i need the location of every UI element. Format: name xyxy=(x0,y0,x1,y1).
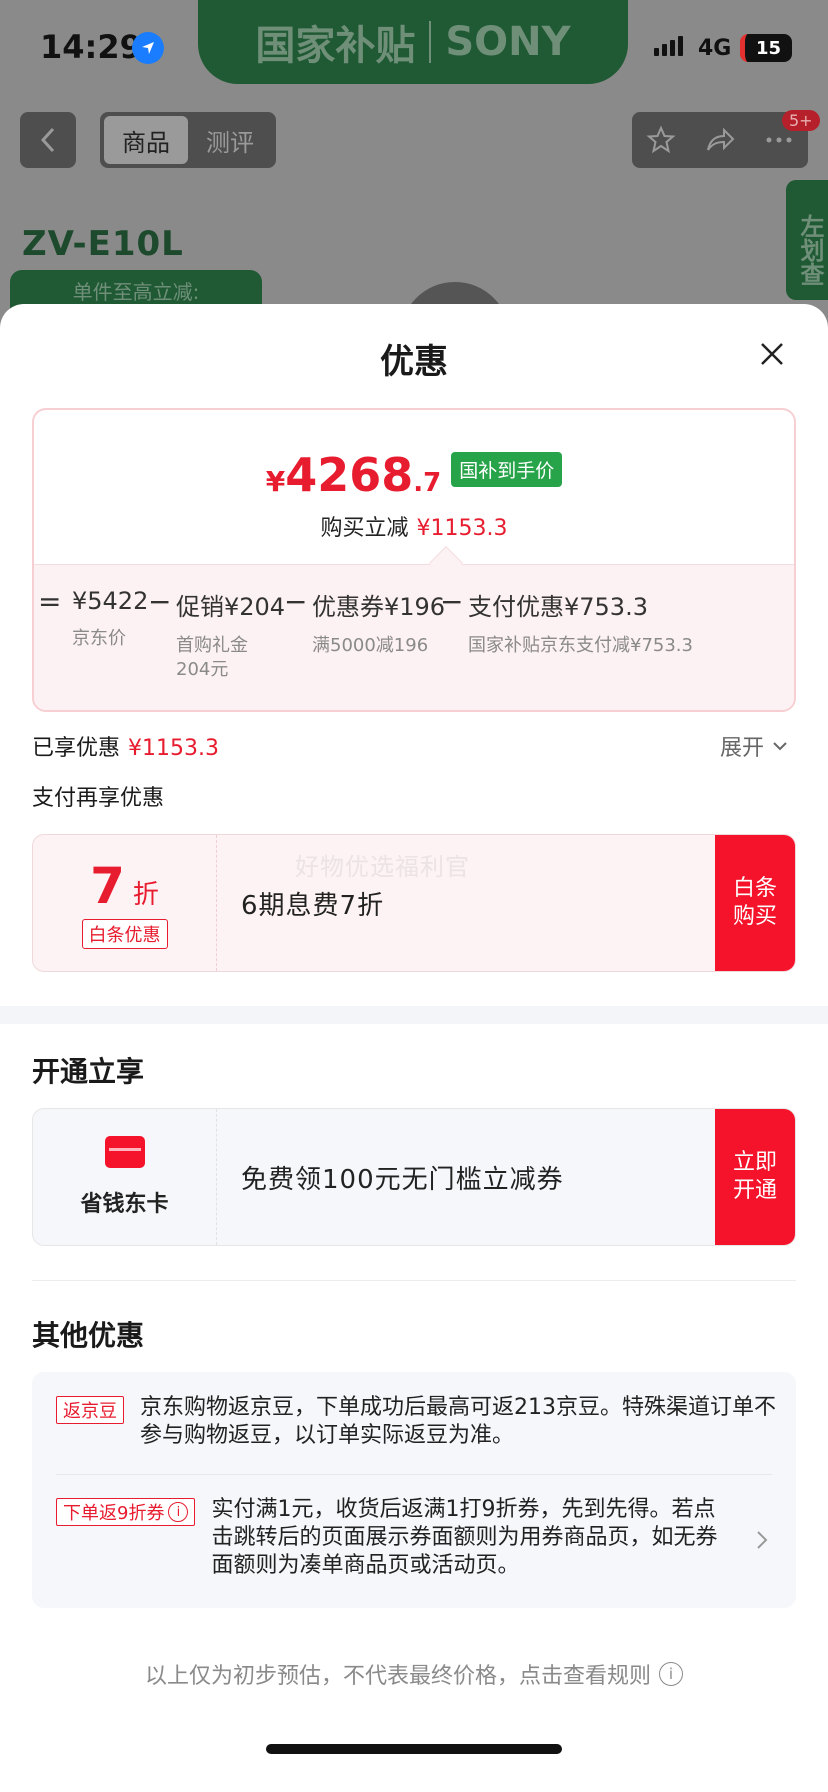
enjoyed-amount: ¥1153.3 xyxy=(128,736,219,761)
breakdown-label: 国家补贴京东支付减¥753.3 xyxy=(468,635,693,656)
chevron-down-icon xyxy=(773,742,787,751)
breakdown-payment: 支付优惠¥753.3 国家补贴京东支付减¥753.3 xyxy=(468,587,693,658)
minus-sign: − xyxy=(284,585,308,618)
watermark-text: 好物优选福利官 xyxy=(295,853,470,881)
reduce-label: 购买立减 xyxy=(320,516,409,541)
pay-more-label: 支付再享优惠 xyxy=(32,786,165,811)
price-integer: 4268 xyxy=(285,448,414,502)
open-now-button[interactable]: 立即开通 xyxy=(715,1109,795,1245)
rules-note[interactable]: 以上仅为初步预估，不代表最终价格，点击查看规则 i xyxy=(0,1658,828,1690)
final-price: ¥ 4268 .7 国补到手价 xyxy=(34,448,794,502)
rules-note-text: 以上仅为初步预估，不代表最终价格，点击查看规则 xyxy=(144,1664,651,1689)
breakdown-value: ¥5422 xyxy=(72,587,149,615)
breakdown-coupon: 优惠券¥196 满5000减196 xyxy=(312,587,445,658)
enjoyed-label: 已享优惠 xyxy=(32,736,121,761)
other-offers: 返京豆 京东购物返京豆，下单成功后最高可返213京豆。特殊渠道订单不参与购物返豆… xyxy=(32,1372,796,1608)
card-offer-left: 省钱东卡 xyxy=(33,1109,217,1245)
home-indicator xyxy=(266,1744,562,1754)
info-icon: i xyxy=(659,1662,683,1686)
discount-value: 7 折 xyxy=(90,857,159,915)
info-icon[interactable]: i xyxy=(168,1502,189,1522)
card-name: 省钱东卡 xyxy=(80,1192,169,1217)
coupon-return-tag: 下单返9折券 i xyxy=(56,1498,196,1526)
expand-label: 展开 xyxy=(720,736,765,761)
coupon-return-text: 实付满1元，收货后返满1打9折券，先到先得。若点击跳转后的页面展示券面额则为用券… xyxy=(211,1497,718,1578)
product-review-tabs: 商品 测评 xyxy=(100,112,276,168)
chevron-left-icon xyxy=(40,127,55,153)
card-desc-area: 免费领100元无门槛立减券 xyxy=(217,1109,715,1245)
price-breakdown: = ¥5422 京东价 − 促销¥204 首购礼金 204元 − 优惠券¥196… xyxy=(34,564,794,710)
close-icon xyxy=(761,343,783,365)
tab-product[interactable]: 商品 xyxy=(104,116,188,164)
open-section-title: 开通立享 xyxy=(32,1055,145,1088)
subsidy-price-tag: 国补到手价 xyxy=(451,451,563,487)
breakdown-value: 优惠券¥196 xyxy=(312,593,446,621)
network-type: 4G xyxy=(698,36,732,61)
final-price-section: ¥ 4268 .7 国补到手价 购买立减 ¥1153.3 xyxy=(34,410,794,564)
reduce-line: 购买立减 ¥1153.3 xyxy=(34,510,794,542)
breakdown-value: 促销¥204 xyxy=(176,593,286,621)
baitiao-desc-area: 好物优选福利官 6期息费7折 xyxy=(217,835,715,971)
share-icon[interactable] xyxy=(704,124,736,156)
status-time: 14:29 xyxy=(40,28,142,66)
sheet-title: 优惠 xyxy=(380,342,448,382)
card-description: 免费领100元无门槛立减券 xyxy=(241,1164,564,1195)
banner-left-text: 国家补贴 xyxy=(255,23,416,69)
signal-icon xyxy=(654,36,683,56)
tab-review[interactable]: 测评 xyxy=(188,116,272,164)
reduce-amount: ¥1153.3 xyxy=(416,516,508,541)
discount-unit: 折 xyxy=(132,880,159,910)
close-button[interactable] xyxy=(756,338,788,370)
baitiao-discount: 7 折 白条优惠 xyxy=(33,835,217,971)
background-product-page: 国家补贴 SONY 14:29 4G 15 商品 测评 5+ ZV-E10L 单… xyxy=(0,0,828,342)
baitiao-offer-card: 7 折 白条优惠 好物优选福利官 6期息费7折 白条购买 xyxy=(32,834,796,972)
breakdown-promotion: 促销¥204 首购礼金 204元 xyxy=(176,587,285,682)
banner-brand-text: SONY xyxy=(445,19,571,65)
breakdown-label: 京东价 xyxy=(72,628,126,649)
notification-badge: 5+ xyxy=(782,110,820,131)
equals-sign: = xyxy=(38,585,62,618)
subsidy-banner: 国家补贴 SONY xyxy=(198,0,628,84)
banner-divider xyxy=(429,21,432,63)
enjoyed-discount: 已享优惠 ¥1153.3 xyxy=(32,730,219,762)
discount-number: 7 xyxy=(90,857,125,915)
location-icon xyxy=(132,32,164,64)
back-button[interactable] xyxy=(20,112,76,168)
battery-icon: 15 xyxy=(740,34,792,62)
chevron-right-icon[interactable] xyxy=(756,1530,768,1550)
model-name: ZV-E10L xyxy=(22,224,184,264)
coupon-return-offer[interactable]: 下单返9折券 i 实付满1元，收货后返满1打9折券，先到先得。若点击跳转后的页面… xyxy=(56,1496,736,1580)
breakdown-value: 支付优惠¥753.3 xyxy=(468,593,648,621)
credit-card-icon xyxy=(104,1136,145,1168)
side-hint: 左划查 xyxy=(786,180,828,300)
baitiao-buy-button[interactable]: 白条购买 xyxy=(715,835,795,971)
jingdou-offer: 返京豆 京东购物返京豆，下单成功后最高可返213京豆。特殊渠道订单不参与购物返豆… xyxy=(56,1394,776,1450)
section-divider xyxy=(0,1006,828,1024)
price-currency: ¥ xyxy=(265,465,286,498)
other-section-title: 其他优惠 xyxy=(32,1319,145,1352)
minus-sign: − xyxy=(148,585,172,618)
divider-line xyxy=(32,1280,796,1281)
offer-separator xyxy=(56,1474,772,1475)
baitiao-tag: 白条优惠 xyxy=(81,919,168,949)
price-card: ¥ 4268 .7 国补到手价 购买立减 ¥1153.3 = ¥5422 京东价 … xyxy=(32,408,796,712)
breakdown-label: 满5000减196 xyxy=(312,635,429,656)
star-icon[interactable] xyxy=(645,124,677,156)
jingdou-tag: 返京豆 xyxy=(56,1396,124,1424)
minus-sign: − xyxy=(440,585,464,618)
coupon-return-tag-label: 下单返9折券 xyxy=(63,1503,165,1524)
price-decimal: .7 xyxy=(413,468,442,498)
card-offer: 省钱东卡 免费领100元无门槛立减券 立即开通 xyxy=(32,1108,796,1246)
breakdown-label: 首购礼金 204元 xyxy=(176,635,248,680)
jingdou-text: 京东购物返京豆，下单成功后最高可返213京豆。特殊渠道订单不参与购物返豆，以订单… xyxy=(140,1395,776,1448)
breakdown-jd-price: ¥5422 京东价 xyxy=(72,587,148,651)
expand-button[interactable]: 展开 xyxy=(720,730,788,762)
discount-sheet: 优惠 ¥ 4268 .7 国补到手价 购买立减 ¥1153.3 = ¥5422 京… xyxy=(0,304,828,1792)
baitiao-description: 6期息费7折 xyxy=(241,890,385,921)
